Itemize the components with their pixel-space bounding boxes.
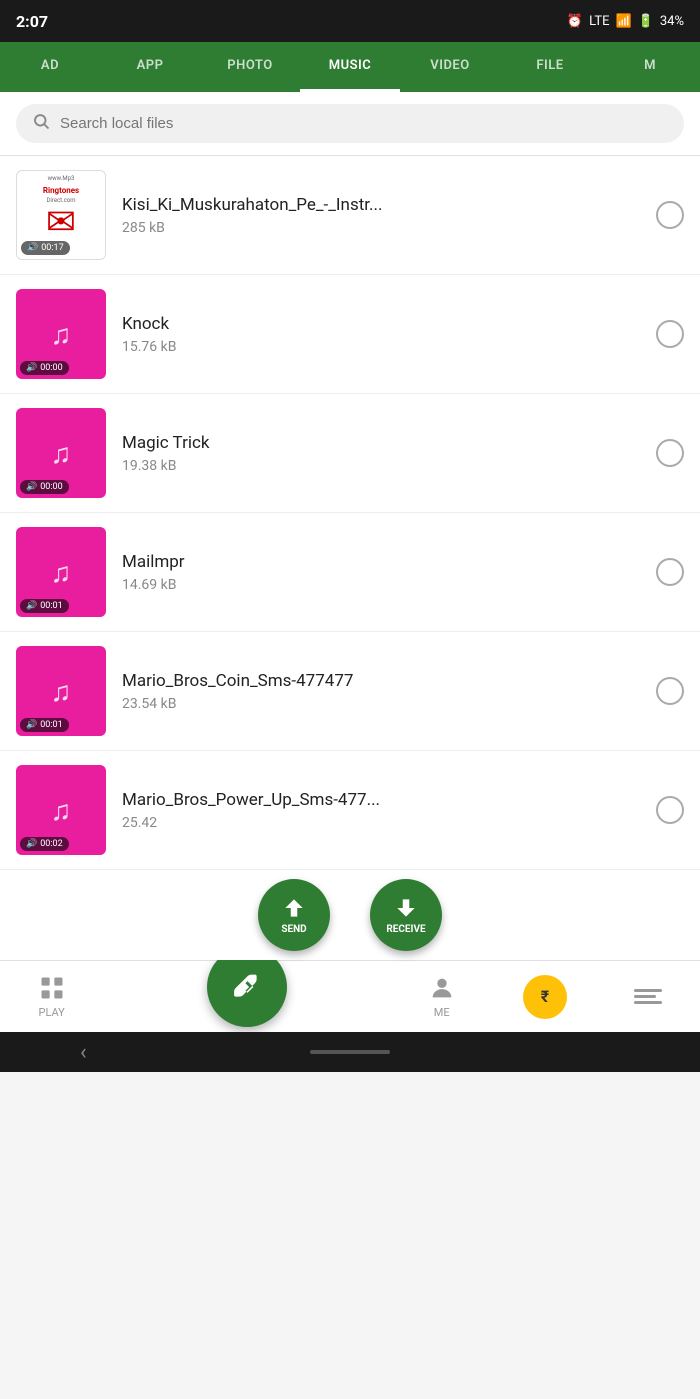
music-note-icon: ♫ <box>51 675 72 708</box>
list-item[interactable]: www.Mp3 Ringtones Direct.com ✉ 🔊00:17 Ki… <box>0 156 700 275</box>
file-info-4: Mailmpr 14.69 kB <box>122 552 640 593</box>
menu-bars-button[interactable] <box>597 989 700 1004</box>
tab-file[interactable]: FILE <box>500 42 600 92</box>
select-radio-5[interactable] <box>656 677 684 705</box>
file-name-1: Kisi_Ki_Muskurahaton_Pe_-_Instr... <box>122 195 640 215</box>
file-size-5: 23.54 kB <box>122 696 640 712</box>
duration-badge-6: 🔊00:02 <box>20 837 69 851</box>
file-name-4: Mailmpr <box>122 552 640 572</box>
back-button[interactable]: ‹ <box>80 1040 87 1065</box>
music-note-icon: ♫ <box>51 318 72 351</box>
file-thumbnail-3: ♫ 🔊00:00 <box>16 408 106 498</box>
bottom-nav: PLAY ME ₹ <box>0 960 700 1032</box>
file-thumbnail-2: ♫ 🔊00:00 <box>16 289 106 379</box>
signal-bars-icon: 📶 <box>615 14 631 29</box>
file-name-5: Mario_Bros_Coin_Sms-477477 <box>122 671 640 691</box>
file-name-3: Magic Trick <box>122 433 640 453</box>
send-button[interactable]: SEND <box>258 879 330 951</box>
file-list: www.Mp3 Ringtones Direct.com ✉ 🔊00:17 Ki… <box>0 156 700 870</box>
search-bar <box>0 92 700 156</box>
select-radio-1[interactable] <box>656 201 684 229</box>
file-thumbnail-5: ♫ 🔊00:01 <box>16 646 106 736</box>
list-item[interactable]: ♫ 🔊00:01 Mario_Bros_Coin_Sms-477477 23.5… <box>0 632 700 751</box>
tab-ad[interactable]: AD <box>0 42 100 92</box>
list-item[interactable]: ♫ 🔊00:00 Magic Trick 19.38 kB <box>0 394 700 513</box>
list-item[interactable]: ♫ 🔊00:02 Mario_Bros_Power_Up_Sms-477... … <box>0 751 700 870</box>
file-info-6: Mario_Bros_Power_Up_Sms-477... 25.42 <box>122 790 640 831</box>
music-note-icon: ♫ <box>51 437 72 470</box>
duration-badge-4: 🔊00:01 <box>20 599 69 613</box>
duration-badge-2: 🔊00:00 <box>20 361 69 375</box>
file-size-1: 285 kB <box>122 220 640 236</box>
envelope-icon: ✉ <box>46 201 76 243</box>
battery-icon: 🔋 <box>638 14 654 29</box>
me-label: ME <box>434 1006 450 1019</box>
select-radio-2[interactable] <box>656 320 684 348</box>
status-right-icons: ⏰ LTE 📶 🔋 34% <box>567 14 684 29</box>
list-item[interactable]: ♫ 🔊00:00 Knock 15.76 kB <box>0 275 700 394</box>
coin-icon: ₹ <box>523 975 567 1019</box>
fab-area: SEND RECEIVE <box>0 870 700 960</box>
file-size-4: 14.69 kB <box>122 577 640 593</box>
file-name-6: Mario_Bros_Power_Up_Sms-477... <box>122 790 640 810</box>
music-note-icon: ♫ <box>51 794 72 827</box>
file-size-2: 15.76 kB <box>122 339 640 355</box>
signal-lte: LTE <box>589 14 609 29</box>
tab-photo[interactable]: PHOTO <box>200 42 300 92</box>
file-info-3: Magic Trick 19.38 kB <box>122 433 640 474</box>
music-note-icon: ♫ <box>51 556 72 589</box>
file-thumbnail-6: ♫ 🔊00:02 <box>16 765 106 855</box>
select-radio-4[interactable] <box>656 558 684 586</box>
bottom-nav-play[interactable]: PLAY <box>0 974 103 1019</box>
home-pill[interactable] <box>310 1050 390 1054</box>
bottom-nav-me[interactable]: ME <box>390 974 493 1019</box>
coin-badge-button[interactable]: ₹ <box>493 975 596 1019</box>
status-bar: 2:07 ⏰ LTE 📶 🔋 34% <box>0 0 700 42</box>
system-bar: ‹ <box>0 1032 700 1072</box>
battery-level: 34% <box>660 14 684 29</box>
ringtones-logo-text: www.Mp3 Ringtones Direct.com <box>17 175 105 205</box>
file-thumbnail-1: www.Mp3 Ringtones Direct.com ✉ 🔊00:17 <box>16 170 106 260</box>
file-info-5: Mario_Bros_Coin_Sms-477477 23.54 kB <box>122 671 640 712</box>
file-info-1: Kisi_Ki_Muskurahaton_Pe_-_Instr... 285 k… <box>122 195 640 236</box>
duration-badge-1: 🔊00:17 <box>21 241 70 255</box>
list-item[interactable]: ♫ 🔊00:01 Mailmpr 14.69 kB <box>0 513 700 632</box>
search-icon <box>32 112 50 135</box>
nav-tabs: AD APP PHOTO MUSIC VIDEO FILE M <box>0 42 700 92</box>
search-input[interactable] <box>60 115 668 132</box>
tab-app[interactable]: APP <box>100 42 200 92</box>
status-time: 2:07 <box>16 12 48 31</box>
select-radio-6[interactable] <box>656 796 684 824</box>
play-label: PLAY <box>39 1006 65 1019</box>
search-input-wrap[interactable] <box>16 104 684 143</box>
file-info-2: Knock 15.76 kB <box>122 314 640 355</box>
receive-button[interactable]: RECEIVE <box>370 879 442 951</box>
alarm-icon: ⏰ <box>567 14 583 29</box>
tab-video[interactable]: VIDEO <box>400 42 500 92</box>
select-radio-3[interactable] <box>656 439 684 467</box>
file-name-2: Knock <box>122 314 640 334</box>
duration-badge-3: 🔊00:00 <box>20 480 69 494</box>
file-size-6: 25.42 <box>122 815 640 831</box>
menu-bars-icon <box>634 989 662 1004</box>
duration-badge-5: 🔊00:01 <box>20 718 69 732</box>
file-thumbnail-4: ♫ 🔊00:01 <box>16 527 106 617</box>
tab-more[interactable]: M <box>600 42 700 92</box>
tab-music[interactable]: MUSIC <box>300 42 400 92</box>
file-size-3: 19.38 kB <box>122 458 640 474</box>
